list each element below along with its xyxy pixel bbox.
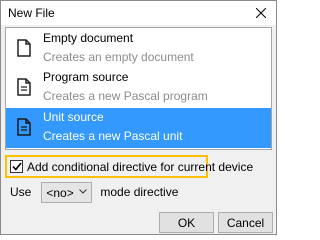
template-list[interactable]: Empty document Creates an empty document… — [5, 27, 272, 150]
list-item-unit-source[interactable]: Unit source Creates a new Pascal unit — [6, 108, 271, 148]
item-description: Creates an empty document — [43, 50, 194, 64]
checkmark-icon — [11, 162, 22, 171]
item-name: Program source — [43, 70, 129, 84]
text-document-icon — [17, 118, 31, 136]
mode-directive-label: mode directive — [100, 185, 179, 199]
item-description: Creates a new Pascal unit — [43, 129, 183, 143]
mode-directive-row: Use <no> mode directive — [10, 181, 178, 203]
close-button[interactable] — [246, 1, 276, 25]
item-name: Empty document — [43, 31, 134, 45]
conditional-directive-checkbox[interactable] — [10, 160, 23, 173]
mode-select-value: <no> — [46, 185, 74, 200]
mode-select[interactable]: <no> — [41, 181, 93, 203]
item-name: Unit source — [43, 110, 104, 124]
ok-button[interactable]: OK — [159, 212, 214, 233]
conditional-directive-label: Add conditional directive for current de… — [27, 159, 254, 174]
text-document-icon — [17, 78, 31, 96]
item-description: Creates a new Pascal program — [43, 89, 208, 103]
cancel-button[interactable]: Cancel — [218, 212, 273, 233]
conditional-directive-option[interactable]: Add conditional directive for current de… — [10, 159, 253, 174]
chevron-down-icon — [79, 188, 88, 194]
new-file-dialog: New File Empty document Creates an empty… — [0, 0, 277, 235]
list-item-empty-document[interactable]: Empty document Creates an empty document — [6, 29, 271, 69]
use-label: Use — [10, 185, 32, 199]
close-icon — [256, 8, 266, 18]
list-item-program-source[interactable]: Program source Creates a new Pascal prog… — [6, 68, 271, 108]
document-icon — [17, 39, 31, 57]
title-bar: New File — [1, 1, 276, 25]
window-title: New File — [8, 6, 55, 20]
